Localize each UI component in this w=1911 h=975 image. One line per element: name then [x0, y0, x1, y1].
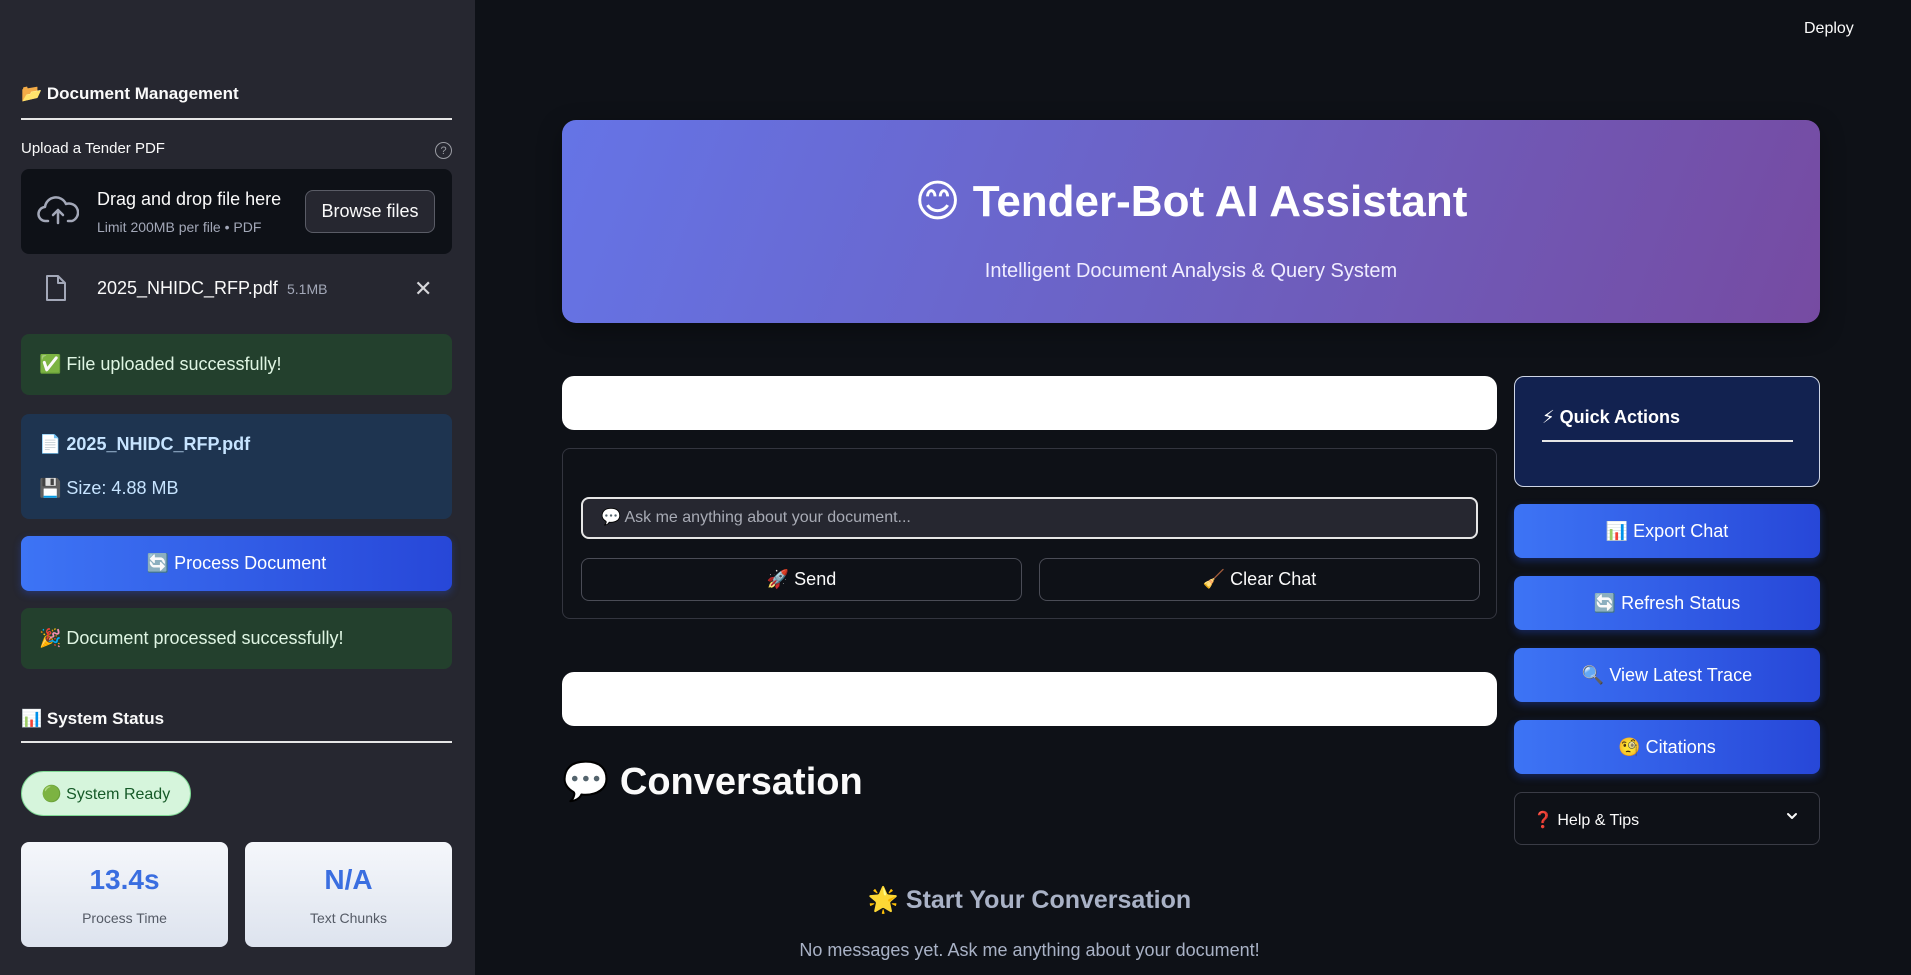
- quick-actions-heading: ⚡ Quick Actions: [1542, 407, 1680, 427]
- browse-files-button[interactable]: Browse files: [305, 190, 435, 233]
- help-tips-expander[interactable]: ❓ Help & Tips: [1514, 792, 1820, 845]
- dropzone-title: Drag and drop file here: [97, 189, 282, 209]
- page-title: 😊 Tender-Bot AI Assistant: [914, 177, 1468, 226]
- citations-button[interactable]: 🧐 Citations: [1514, 720, 1820, 774]
- metric-label: Process Time: [82, 910, 167, 926]
- document-management-heading: 📂 Document Management: [21, 84, 239, 103]
- uploaded-file-name: 2025_NHIDC_RFP.pdf: [97, 278, 278, 298]
- metric-value: N/A: [324, 864, 373, 895]
- metric-text-chunks: N/A Text Chunks: [245, 842, 452, 947]
- quick-actions-card: ⚡ Quick Actions: [1514, 376, 1820, 487]
- file-dropzone[interactable]: Drag and drop file here Limit 200MB per …: [21, 169, 452, 254]
- conversation-heading: 💬 Conversation: [562, 761, 863, 803]
- process-success-alert: 🎉 Document processed successfully!: [21, 608, 452, 669]
- metric-process-time: 13.4s Process Time: [21, 842, 228, 947]
- view-latest-trace-button[interactable]: 🔍 View Latest Trace: [1514, 648, 1820, 702]
- chat-form: 🚀 Send 🧹 Clear Chat: [562, 448, 1497, 619]
- file-icon: [46, 275, 66, 301]
- system-status-heading: 📊 System Status: [21, 709, 165, 728]
- empty-state-title: 🌟 Start Your Conversation: [867, 886, 1192, 914]
- chevron-down-icon: [1787, 813, 1797, 819]
- page-subtitle: Intelligent Document Analysis & Query Sy…: [984, 260, 1398, 282]
- hero-banner: 😊 Tender-Bot AI Assistant Intelligent Do…: [562, 120, 1820, 323]
- refresh-status-button[interactable]: 🔄 Refresh Status: [1514, 576, 1820, 630]
- clear-chat-button[interactable]: 🧹 Clear Chat: [1039, 558, 1480, 601]
- deploy-button[interactable]: Deploy: [1804, 20, 1854, 38]
- status-badge: 🟢 System Ready: [21, 771, 191, 816]
- blank-panel-bottom: [562, 672, 1497, 726]
- close-icon[interactable]: ✕: [414, 276, 432, 302]
- upload-label: Upload a Tender PDF: [21, 140, 165, 157]
- sidebar: 📂 Document Management Upload a Tender PD…: [0, 0, 475, 975]
- dropzone-limit: Limit 200MB per file • PDF: [97, 219, 262, 235]
- empty-state-subtitle: No messages yet. Ask me anything about y…: [799, 940, 1260, 960]
- process-document-button[interactable]: 🔄 Process Document: [21, 536, 452, 591]
- help-tips-label: ❓ Help & Tips: [1533, 812, 1640, 829]
- metric-label: Text Chunks: [309, 910, 388, 926]
- section-divider: [21, 118, 452, 120]
- metric-value: 13.4s: [89, 864, 160, 895]
- file-info-size: 💾 Size: 4.88 MB: [39, 478, 179, 498]
- file-info-box: 📄 2025_NHIDC_RFP.pdf 💾 Size: 4.88 MB: [21, 414, 452, 519]
- uploaded-file-row: 2025_NHIDC_RFP.pdf 5.1MB ✕: [21, 268, 452, 308]
- help-icon[interactable]: ?: [435, 142, 452, 159]
- cloud-upload-icon: [37, 196, 79, 225]
- section-divider: [21, 741, 452, 743]
- file-info-name: 📄 2025_NHIDC_RFP.pdf: [39, 434, 251, 454]
- uploaded-file-size: 5.1MB: [287, 281, 328, 297]
- upload-success-alert: ✅ File uploaded successfully!: [21, 334, 452, 395]
- blank-panel-top: [562, 376, 1497, 430]
- export-chat-button[interactable]: 📊 Export Chat: [1514, 504, 1820, 558]
- chat-input[interactable]: [581, 497, 1478, 539]
- send-button[interactable]: 🚀 Send: [581, 558, 1022, 601]
- section-divider: [1542, 440, 1793, 442]
